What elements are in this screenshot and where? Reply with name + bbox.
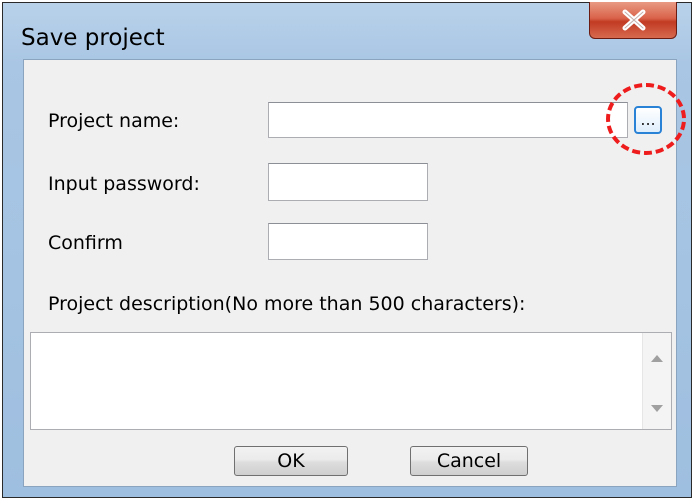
title-bar[interactable]: Save project <box>3 2 691 57</box>
description-label: Project description(No more than 500 cha… <box>48 293 526 315</box>
description-scrollbar[interactable] <box>642 333 671 429</box>
password-label: Input password: <box>48 173 200 195</box>
dialog-window: Save project Project name: ... Input pas… <box>2 2 692 498</box>
scroll-down-arrow-icon[interactable] <box>651 405 663 412</box>
dialog-title: Save project <box>21 25 165 51</box>
dialog-body: Project name: ... Input password: Confir… <box>23 59 686 487</box>
close-x-icon <box>622 9 646 31</box>
description-box <box>30 332 672 430</box>
description-textarea[interactable] <box>31 333 643 429</box>
cancel-button[interactable]: Cancel <box>410 446 528 476</box>
confirm-password-input[interactable] <box>268 223 428 260</box>
close-button[interactable] <box>589 2 677 39</box>
confirm-label: Confirm <box>48 232 123 254</box>
scroll-up-arrow-icon[interactable] <box>651 355 663 362</box>
project-name-label: Project name: <box>48 110 180 132</box>
ok-button[interactable]: OK <box>234 446 348 476</box>
password-input[interactable] <box>268 163 428 201</box>
browse-button[interactable]: ... <box>634 106 662 134</box>
project-name-input[interactable] <box>268 102 628 138</box>
